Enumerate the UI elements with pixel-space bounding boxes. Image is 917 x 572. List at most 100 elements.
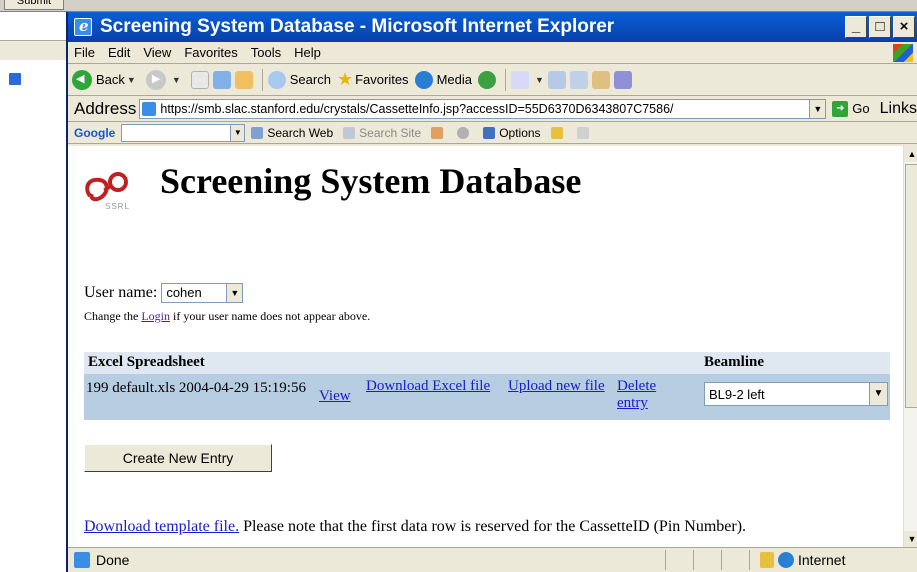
menu-tools[interactable]: Tools (251, 45, 281, 60)
info-circle-icon (457, 126, 470, 139)
search-web-button[interactable]: Search Web (251, 126, 333, 140)
menu-view[interactable]: View (143, 45, 171, 60)
search-icon (267, 70, 286, 89)
view-link[interactable]: View (319, 388, 351, 405)
discuss-icon[interactable] (591, 70, 610, 89)
google-search-input[interactable] (121, 123, 232, 142)
vertical-scrollbar[interactable]: ▲ ▼ (903, 146, 917, 547)
search-site-button[interactable]: Search Site (343, 126, 421, 140)
pencil-icon (576, 126, 589, 139)
highlighter-icon[interactable] (576, 126, 593, 139)
folder-glyph-icon (550, 126, 563, 139)
ie-page-icon (8, 72, 22, 86)
username-row: User name: cohen ▼ (84, 283, 244, 303)
back-arrow-icon (72, 69, 92, 90)
login-link[interactable]: Login (141, 309, 170, 323)
chevron-down-icon[interactable]: ▼ (869, 383, 887, 405)
favorites-label: Favorites (355, 72, 409, 87)
change-login-prefix: Change the (84, 309, 139, 323)
go-button[interactable]: ➜ Go (832, 100, 870, 117)
menu-edit[interactable]: Edit (108, 45, 130, 60)
search-site-label: Search Site (359, 125, 422, 140)
links-toolbar[interactable]: Links (880, 100, 917, 118)
folder-icon[interactable] (550, 126, 567, 139)
chevron-down-icon[interactable]: ▼ (127, 75, 136, 85)
scroll-up-icon[interactable]: ▲ (904, 146, 917, 162)
go-label: Go (852, 101, 870, 116)
table-header: Excel Spreadsheet Beamline (84, 352, 890, 374)
address-dropdown-icon[interactable]: ▼ (810, 98, 827, 119)
options-label: Options (499, 125, 541, 140)
change-login-suffix: if your user name does not appear above. (173, 309, 371, 323)
stop-icon[interactable] (190, 70, 209, 89)
maximize-button[interactable]: □ (869, 16, 891, 38)
back-button[interactable]: Back ▼ (72, 69, 140, 90)
ie-window: Screening System Database - Microsoft In… (66, 12, 917, 572)
address-bar: Address https://smb.slac.stanford.edu/cr… (68, 96, 917, 122)
change-login-text: Change the Login if your user name does … (84, 309, 370, 324)
chevron-down-icon[interactable]: ▼ (172, 75, 181, 85)
globe-icon (778, 552, 794, 568)
minimize-button[interactable]: _ (845, 16, 867, 38)
create-new-entry-button[interactable]: Create New Entry (84, 444, 272, 472)
google-toolbar: Google ▼ Search Web Search Site Options (68, 122, 917, 144)
star-icon: ★ (336, 69, 354, 89)
forward-arrow-icon (145, 69, 166, 90)
search-label: Search (289, 72, 331, 87)
google-logo[interactable]: Google (74, 126, 115, 140)
background-submit-button[interactable]: Submit (4, 0, 64, 10)
history-icon[interactable] (477, 70, 496, 89)
download-excel-link[interactable]: Download Excel file (366, 378, 500, 395)
table-row: 199 default.xls 2004-04-29 15:19:56 View… (84, 374, 890, 420)
edit-icon[interactable] (569, 70, 588, 89)
go-arrow-icon: ➜ (832, 100, 849, 117)
status-text: Done (96, 552, 130, 568)
home-icon[interactable] (234, 70, 253, 89)
favorites-button[interactable]: ★ Favorites (337, 69, 409, 90)
chevron-down-icon[interactable]: ▼ (226, 284, 243, 302)
upload-file-link[interactable]: Upload new file (508, 378, 612, 395)
zone-label: Internet (798, 552, 846, 568)
beamline-select[interactable]: BL9-2 left ▼ (704, 382, 888, 406)
info-icon[interactable] (457, 126, 473, 139)
media-button[interactable]: Media (414, 70, 472, 89)
windows-logo-icon (893, 44, 913, 62)
messenger-icon[interactable] (613, 70, 632, 89)
options-button[interactable]: Options (483, 125, 541, 140)
menu-help[interactable]: Help (294, 45, 321, 60)
forward-button[interactable]: ▼ (145, 69, 185, 90)
column-header-beamline: Beamline (704, 354, 764, 370)
download-template-link[interactable]: Download template file. (84, 518, 239, 535)
address-url: https://smb.slac.stanford.edu/crystals/C… (160, 101, 674, 116)
username-select[interactable]: cohen ▼ (161, 283, 244, 303)
media-label: Media (436, 72, 472, 87)
address-input[interactable]: https://smb.slac.stanford.edu/crystals/C… (139, 98, 811, 119)
ie-icon (74, 17, 92, 36)
page-done-icon (74, 552, 90, 568)
search-site-icon (343, 126, 356, 139)
toolbar-separator (261, 68, 263, 91)
mail-icon[interactable] (510, 70, 529, 89)
print-icon[interactable] (547, 70, 566, 89)
chevron-down-icon[interactable]: ▼ (535, 75, 544, 85)
pagerank-icon[interactable] (431, 126, 447, 139)
template-note: Please note that the first data row is r… (243, 518, 747, 535)
status-panel (665, 550, 693, 570)
status-bar: Done Internet (68, 547, 917, 572)
scrollbar-thumb[interactable] (905, 164, 917, 408)
chevron-down-icon[interactable]: ▼ (231, 123, 246, 142)
menu-favorites[interactable]: Favorites (184, 45, 237, 60)
refresh-icon[interactable] (212, 70, 231, 89)
binoculars-icon (251, 126, 264, 139)
search-button[interactable]: Search (267, 70, 331, 89)
scroll-down-icon[interactable]: ▼ (904, 531, 917, 547)
delete-entry-link[interactable]: Delete entry (617, 378, 687, 412)
page-title: Screening System Database (160, 161, 582, 201)
security-zone: Internet (749, 550, 917, 570)
close-button[interactable]: × (893, 16, 915, 38)
menu-file[interactable]: File (74, 45, 95, 60)
menu-bar: File Edit View Favorites Tools Help (68, 42, 917, 64)
title-bar[interactable]: Screening System Database - Microsoft In… (68, 12, 917, 42)
status-panel (693, 550, 721, 570)
page-content: SSRL Screening System Database User name… (68, 146, 903, 547)
